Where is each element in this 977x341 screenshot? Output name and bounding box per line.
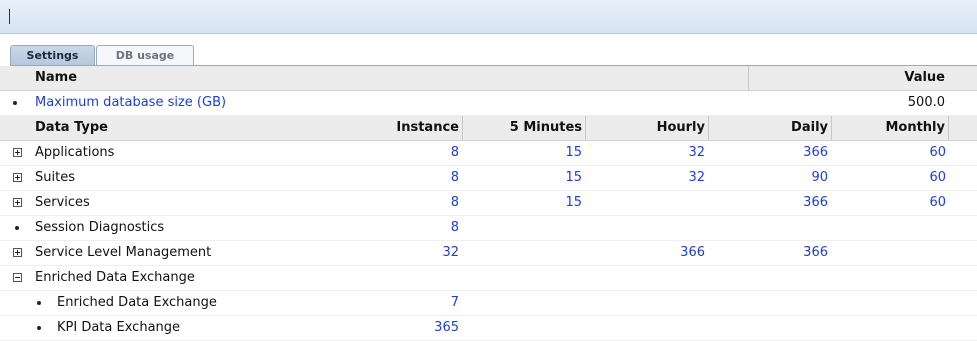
- tab-db-usage[interactable]: DB usage: [96, 45, 194, 65]
- instance-value[interactable]: 8: [340, 166, 459, 190]
- hourly-value: [586, 191, 705, 215]
- value-column-header: Value: [748, 66, 948, 90]
- daily-column-header: Daily: [709, 116, 832, 140]
- name-column-header: Name: [35, 70, 78, 85]
- text-cursor: [9, 9, 10, 24]
- daily-value: [709, 316, 828, 340]
- hourly-value: [586, 291, 705, 315]
- monthly-value[interactable]: 60: [832, 191, 946, 215]
- daily-value: [709, 291, 828, 315]
- expand-icon[interactable]: [13, 198, 22, 207]
- bullet-icon: [37, 301, 41, 305]
- settings-row[interactable]: Maximum database size (GB) 500.0: [0, 91, 977, 116]
- hourly-value: [586, 266, 705, 290]
- hourly-value[interactable]: 366: [586, 241, 705, 265]
- five-minutes-value: [463, 216, 582, 240]
- table-row[interactable]: Applications 8 15 32 366 60: [0, 141, 977, 166]
- bullet-icon: [37, 326, 41, 330]
- monthly-column-header: Monthly: [832, 116, 949, 140]
- data-type-label: KPI Data Exchange: [57, 320, 181, 335]
- settings-grid: Name Value Maximum database size (GB) 50…: [0, 66, 977, 341]
- monthly-value: [832, 316, 946, 340]
- bullet-icon: [15, 226, 19, 230]
- data-type-label: Enriched Data Exchange: [35, 270, 195, 285]
- data-type-label: Suites: [35, 170, 75, 185]
- five-minutes-value[interactable]: 15: [463, 166, 582, 190]
- five-minutes-value: [463, 316, 582, 340]
- instance-value[interactable]: 8: [340, 216, 459, 240]
- data-type-label: Services: [35, 195, 90, 210]
- data-type-label: Enriched Data Exchange: [57, 295, 217, 310]
- five-minutes-value: [463, 291, 582, 315]
- collapse-icon[interactable]: [13, 273, 22, 282]
- daily-value[interactable]: 366: [709, 241, 828, 265]
- hourly-value: [586, 316, 705, 340]
- daily-value[interactable]: 90: [709, 166, 828, 190]
- daily-value[interactable]: 366: [709, 191, 828, 215]
- table-row[interactable]: Session Diagnostics 8: [0, 216, 977, 241]
- five-minutes-column-header: 5 Minutes: [463, 116, 586, 140]
- data-type-label: Service Level Management: [35, 245, 212, 260]
- table-row[interactable]: Suites 8 15 32 90 60: [0, 166, 977, 191]
- setting-value: 500.0: [907, 95, 945, 110]
- monthly-value[interactable]: 60: [832, 166, 946, 190]
- tab-settings[interactable]: Settings: [10, 45, 95, 66]
- instance-value[interactable]: 32: [340, 241, 459, 265]
- instance-value: [340, 266, 459, 290]
- expand-icon[interactable]: [13, 173, 22, 182]
- table-row[interactable]: Service Level Management 32 366 366: [0, 241, 977, 266]
- hourly-column-header: Hourly: [586, 116, 709, 140]
- instance-value[interactable]: 365: [340, 316, 459, 340]
- hourly-value[interactable]: 32: [586, 166, 705, 190]
- monthly-value: [832, 241, 946, 265]
- usage-rows: Applications 8 15 32 366 60 Suites 8 15 32 90 60 Ser…: [0, 141, 977, 341]
- instance-value[interactable]: 8: [340, 191, 459, 215]
- usage-header-row: Data Type Instance 5 Minutes Hourly Dail…: [0, 116, 977, 141]
- settings-header-row: Name Value: [0, 66, 977, 91]
- table-row[interactable]: KPI Data Exchange 365: [0, 316, 977, 341]
- data-type-column-header: Data Type: [35, 120, 108, 135]
- daily-value: [709, 266, 828, 290]
- table-row[interactable]: Enriched Data Exchange: [0, 266, 977, 291]
- five-minutes-value[interactable]: 15: [463, 141, 582, 165]
- table-row[interactable]: Services 8 15 366 60: [0, 191, 977, 216]
- monthly-value: [832, 291, 946, 315]
- setting-name[interactable]: Maximum database size (GB): [35, 91, 226, 115]
- top-toolbar: [0, 0, 977, 34]
- five-minutes-value: [463, 241, 582, 265]
- five-minutes-value[interactable]: 15: [463, 191, 582, 215]
- instance-column-header: Instance: [340, 116, 463, 140]
- data-type-label: Session Diagnostics: [35, 220, 165, 235]
- expand-icon[interactable]: [13, 248, 22, 257]
- monthly-value: [832, 216, 946, 240]
- monthly-value[interactable]: 60: [832, 141, 946, 165]
- instance-value[interactable]: 8: [340, 141, 459, 165]
- bullet-icon: [13, 101, 17, 105]
- hourly-value[interactable]: 32: [586, 141, 705, 165]
- five-minutes-value: [463, 266, 582, 290]
- monthly-value: [832, 266, 946, 290]
- table-row[interactable]: Enriched Data Exchange 7: [0, 291, 977, 316]
- instance-value[interactable]: 7: [340, 291, 459, 315]
- daily-value[interactable]: 366: [709, 141, 828, 165]
- hourly-value: [586, 216, 705, 240]
- data-type-label: Applications: [35, 145, 115, 160]
- daily-value: [709, 216, 828, 240]
- expand-icon[interactable]: [13, 148, 22, 157]
